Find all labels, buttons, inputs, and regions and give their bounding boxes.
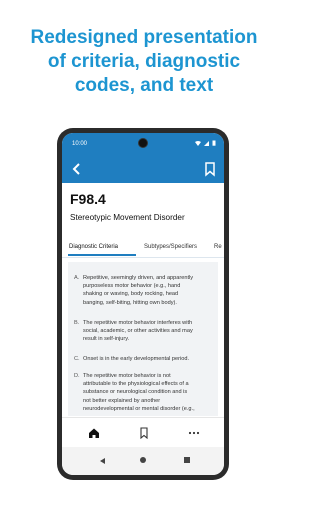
criterion-letter: B. — [74, 320, 80, 326]
status-icons — [195, 140, 216, 146]
criterion-line: Onset is in the early developmental peri… — [83, 356, 190, 362]
criterion-line: result in self-injury. — [83, 336, 130, 343]
tab-re[interactable]: Re — [214, 244, 222, 250]
system-back-icon[interactable] — [100, 458, 105, 464]
criterion-line: purposeless motor behavior (e.g., hand — [83, 283, 181, 290]
battery-icon — [212, 140, 216, 146]
criteria-panel: A. Repetitive, seemingly driven, and app… — [68, 262, 218, 416]
bookmark-icon[interactable] — [204, 161, 216, 177]
tab-bar: Diagnostic Criteria Subtypes/Specifiers … — [62, 237, 224, 258]
criterion-line: not better explained by another — [83, 397, 161, 404]
wifi-icon — [195, 140, 201, 146]
tab-diagnostic-criteria[interactable]: Diagnostic Criteria — [69, 244, 118, 250]
system-home-icon[interactable] — [140, 457, 146, 463]
phone-screen: 10:00 F98.4 Stereotypic Movement Disorde… — [62, 133, 224, 475]
headline-line-3: codes, and text — [74, 75, 214, 96]
more-icon[interactable] — [188, 427, 200, 439]
criterion-text: Onset is in the early developmental peri… — [83, 355, 211, 363]
signal-icon — [204, 140, 209, 146]
headline-line-2: of criteria, diagnostic — [47, 51, 241, 72]
criterion-text: The repetitive motor behavior interferes… — [83, 319, 211, 344]
headline-line-1: Redesigned presentation — [30, 27, 258, 48]
criterion-text: The repetitive motor behavior is not att… — [83, 372, 211, 413]
active-tab-indicator — [68, 254, 136, 256]
criterion-line: Repetitive, seemingly driven, and appare… — [83, 275, 194, 281]
tab-subtypes-specifiers[interactable]: Subtypes/Specifiers — [144, 244, 197, 250]
criterion-text: Repetitive, seemingly driven, and appare… — [83, 274, 211, 307]
criterion-line: The repetitive motor behavior interferes… — [83, 320, 193, 326]
criterion-letter: C. — [74, 356, 80, 362]
status-time: 10:00 — [72, 141, 88, 147]
system-navigation-bar — [62, 447, 224, 475]
system-recents-icon[interactable] — [184, 457, 190, 463]
disorder-name: Stereotypic Movement Disorder — [70, 213, 185, 222]
phone-frame: 10:00 F98.4 Stereotypic Movement Disorde… — [57, 128, 229, 480]
criterion-letter: A. — [74, 275, 80, 281]
criterion-line: banging, self-biting, hitting own body). — [83, 299, 177, 306]
bottom-navigation — [62, 417, 224, 446]
criterion-letter: D. — [74, 373, 80, 379]
app-bar — [62, 155, 224, 183]
marketing-headline: Redesigned presentation of criteria, dia… — [0, 26, 288, 98]
back-arrow-icon[interactable] — [70, 161, 84, 177]
criterion-line: neurodevelopmental or mental disorder (e… — [83, 405, 195, 412]
bookmark-icon[interactable] — [138, 427, 150, 439]
criterion-line: substance or neurological condition and … — [83, 389, 188, 396]
diagnosis-code: F98.4 — [70, 191, 106, 207]
home-icon[interactable] — [88, 427, 100, 439]
camera-cutout — [138, 138, 148, 148]
criterion-line: social, academic, or other activities an… — [83, 328, 193, 335]
criterion-line: shaking or waving, body rocking, head — [83, 291, 179, 298]
criterion-line: attributable to the physiological effect… — [83, 381, 189, 388]
criterion-line: The repetitive motor behavior is not — [83, 373, 171, 379]
